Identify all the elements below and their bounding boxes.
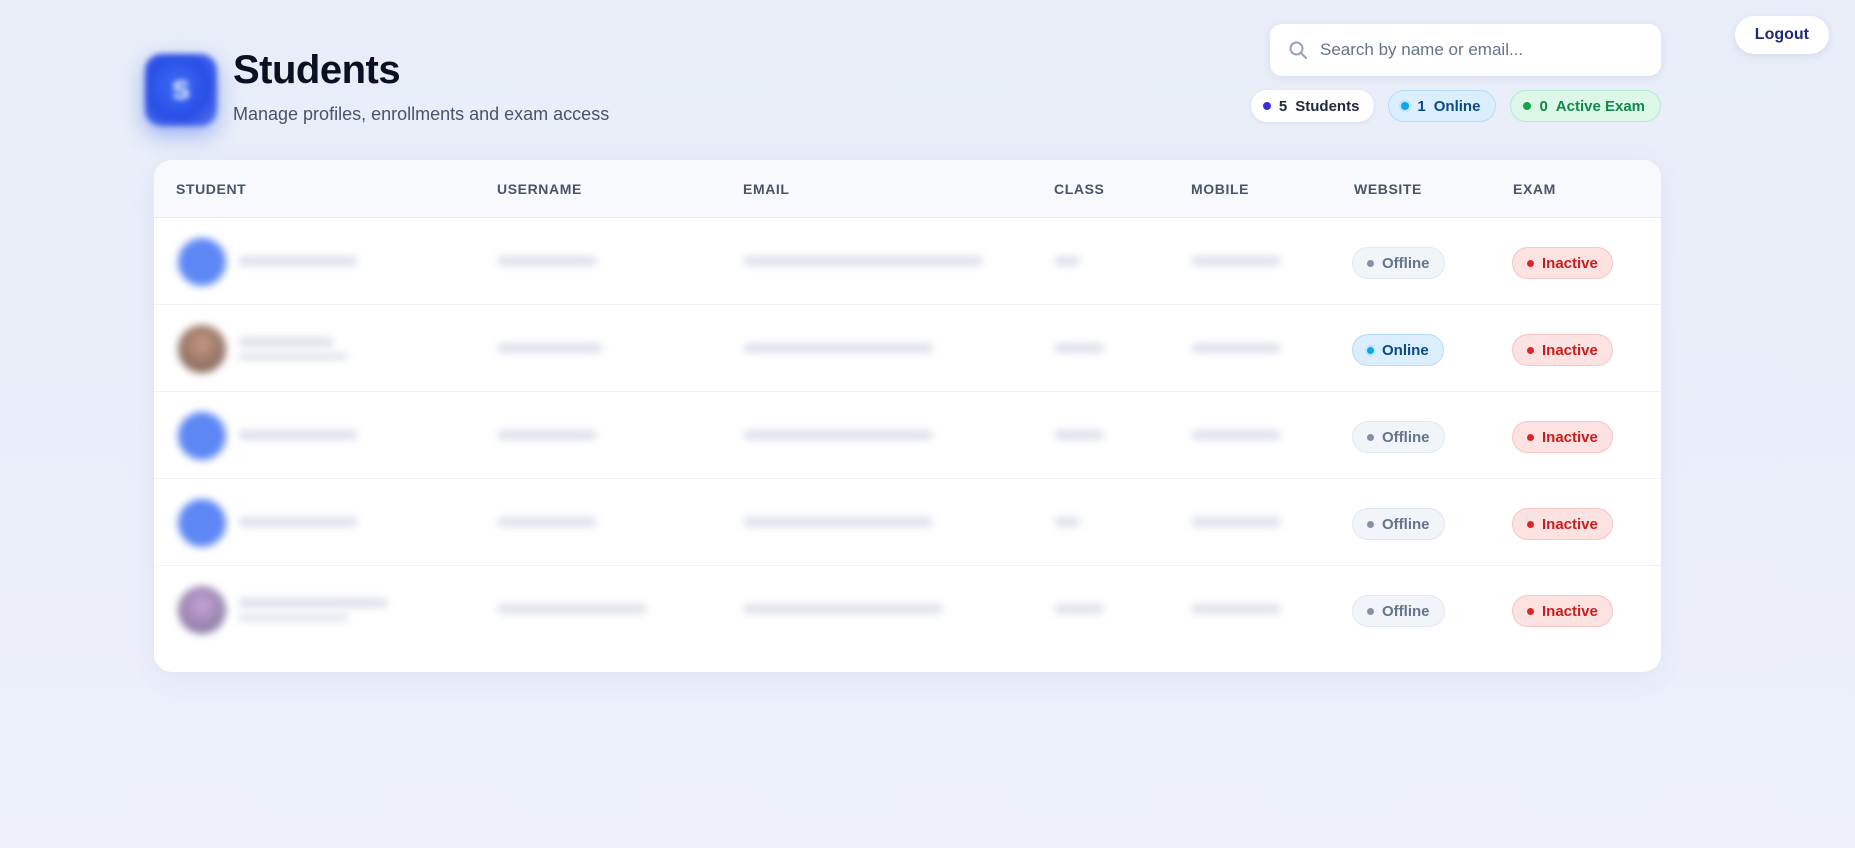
- avatar: [178, 586, 226, 634]
- column-header-class[interactable]: CLASS: [1054, 160, 1104, 218]
- exam-status-badge: Inactive: [1512, 595, 1613, 627]
- website-status: Offline: [1382, 602, 1430, 620]
- status-dot: [1527, 259, 1534, 267]
- students-table: STUDENT USERNAME EMAIL CLASS MOBILE WEBS…: [154, 160, 1661, 672]
- student-name-blurred: [238, 517, 358, 527]
- username-blurred: [497, 256, 597, 266]
- avatar: [178, 499, 226, 547]
- status-dot: [1527, 607, 1534, 615]
- exam-status: Inactive: [1542, 341, 1598, 359]
- website-status: Offline: [1382, 254, 1430, 272]
- exam-status: Inactive: [1542, 602, 1598, 620]
- student-name-blurred: [238, 337, 334, 347]
- search-input[interactable]: [1320, 40, 1620, 60]
- status-dot: [1527, 433, 1534, 441]
- mobile-blurred: [1191, 517, 1281, 527]
- avatar: [178, 412, 226, 460]
- website-status-badge: Offline: [1352, 508, 1445, 540]
- active-exam-badge: 0 Active Exam: [1510, 90, 1661, 122]
- mobile-blurred: [1191, 430, 1281, 440]
- table-row[interactable]: Online Inactive: [154, 305, 1661, 392]
- exam-status-badge: Inactive: [1512, 508, 1613, 540]
- column-header-mobile[interactable]: MOBILE: [1191, 160, 1249, 218]
- class-blurred: [1054, 343, 1104, 353]
- online-label: Online: [1433, 97, 1481, 115]
- status-dot: [1367, 607, 1374, 615]
- website-status: Offline: [1382, 515, 1430, 533]
- column-header-student[interactable]: STUDENT: [176, 160, 246, 218]
- table-row[interactable]: Offline Inactive: [154, 218, 1661, 305]
- exam-status: Inactive: [1542, 515, 1598, 533]
- exam-status-badge: Inactive: [1512, 421, 1613, 453]
- table-row[interactable]: Offline Inactive: [154, 566, 1661, 653]
- online-count: 1: [1417, 97, 1426, 115]
- column-header-website[interactable]: WEBSITE: [1354, 160, 1422, 218]
- students-count: 5: [1278, 97, 1288, 115]
- status-dot: [1367, 259, 1374, 267]
- exam-status-badge: Inactive: [1512, 247, 1613, 279]
- class-blurred: [1054, 517, 1080, 527]
- exam-count: 0: [1539, 97, 1548, 115]
- page-subtitle: Manage profiles, enrollments and exam ac…: [233, 103, 610, 124]
- status-dot: [1523, 102, 1532, 110]
- column-header-username[interactable]: USERNAME: [497, 160, 582, 218]
- status-dot: [1262, 102, 1271, 110]
- page-header: S Students Manage profiles, enrollments …: [145, 50, 609, 130]
- username-blurred: [497, 343, 603, 353]
- email-blurred: [743, 256, 983, 266]
- student-name-blurred: [238, 430, 358, 440]
- student-name-blurred: [238, 598, 388, 608]
- status-dot: [1367, 346, 1374, 354]
- avatar: [178, 325, 226, 373]
- website-status-badge: Offline: [1352, 421, 1445, 453]
- mobile-blurred: [1191, 256, 1281, 266]
- class-blurred: [1054, 256, 1080, 266]
- search-box[interactable]: [1270, 24, 1661, 76]
- exam-status-badge: Inactive: [1512, 334, 1613, 366]
- status-dot: [1401, 102, 1410, 110]
- avatar: [178, 238, 226, 286]
- status-dot: [1527, 346, 1534, 354]
- email-blurred: [743, 604, 943, 614]
- table-header: STUDENT USERNAME EMAIL CLASS MOBILE WEBS…: [154, 160, 1661, 218]
- website-status-badge: Online: [1352, 334, 1444, 366]
- search-icon: [1288, 40, 1308, 60]
- students-count-badge: 5 Students: [1250, 90, 1375, 122]
- exam-label: Active Exam: [1555, 97, 1645, 115]
- website-status-badge: Offline: [1352, 247, 1445, 279]
- student-meta-blurred: [238, 614, 348, 621]
- title-block: Students Manage profiles, enrollments an…: [233, 50, 609, 125]
- stats-bar: 5 Students 1 Online 0 Active Exam: [1250, 90, 1661, 122]
- status-dot: [1367, 520, 1374, 528]
- website-status: Offline: [1382, 428, 1430, 446]
- page-title: Students: [233, 47, 401, 92]
- email-blurred: [743, 430, 933, 440]
- status-dot: [1367, 433, 1374, 441]
- student-meta-blurred: [238, 353, 348, 360]
- table-row[interactable]: Offline Inactive: [154, 479, 1661, 566]
- app-logo: S: [145, 54, 217, 126]
- username-blurred: [497, 430, 597, 440]
- student-name-blurred: [238, 256, 358, 266]
- exam-status: Inactive: [1542, 428, 1598, 446]
- logout-button[interactable]: Logout: [1734, 16, 1829, 54]
- mobile-blurred: [1191, 604, 1281, 614]
- exam-status: Inactive: [1542, 254, 1598, 272]
- students-label: Students: [1295, 97, 1360, 115]
- website-status-badge: Offline: [1352, 595, 1445, 627]
- logo-letter: S: [172, 74, 190, 105]
- mobile-blurred: [1191, 343, 1281, 353]
- username-blurred: [497, 517, 597, 527]
- email-blurred: [743, 343, 933, 353]
- class-blurred: [1054, 430, 1104, 440]
- status-dot: [1527, 520, 1534, 528]
- column-header-exam[interactable]: EXAM: [1513, 160, 1556, 218]
- class-blurred: [1054, 604, 1104, 614]
- table-row[interactable]: Offline Inactive: [154, 392, 1661, 479]
- column-header-email[interactable]: EMAIL: [743, 160, 790, 218]
- website-status: Online: [1382, 341, 1429, 359]
- email-blurred: [743, 517, 933, 527]
- username-blurred: [497, 604, 647, 614]
- online-count-badge: 1 Online: [1388, 90, 1497, 122]
